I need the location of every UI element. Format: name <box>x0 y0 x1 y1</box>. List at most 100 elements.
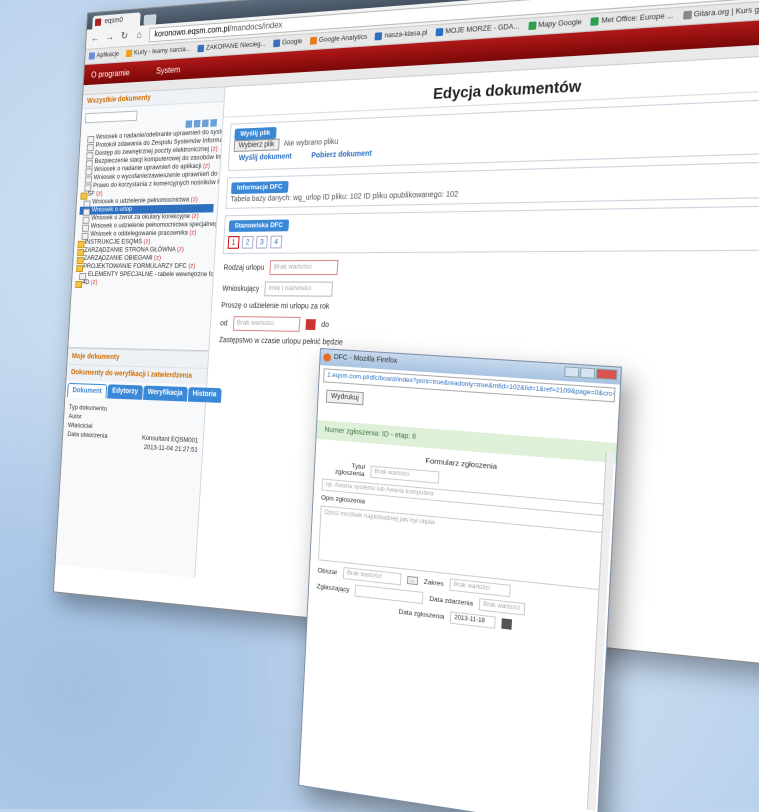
minimize-icon[interactable] <box>564 366 580 378</box>
bookmark-label: Met Office: Europe ... <box>600 12 674 26</box>
page-button[interactable]: 4 <box>270 235 283 249</box>
close-icon[interactable] <box>595 368 618 381</box>
od-label: od <box>219 319 228 328</box>
send-document-button[interactable]: Wyślij dokument <box>233 150 298 166</box>
meta-value <box>198 427 199 436</box>
wnioskujacy-label: Wnioskujący <box>222 285 260 293</box>
reload-icon[interactable]: ↻ <box>119 30 130 43</box>
data-zdarzenia-input[interactable]: Brak wartości <box>478 598 526 616</box>
meta-label <box>67 439 68 448</box>
data-zgloszenia-input[interactable]: 2013-11-18 <box>449 611 497 629</box>
document-meta: Typ dokumentu Autor Właściciel Data utworze… <box>62 397 205 462</box>
data-zgloszenia-label: Data zgłoszenia <box>398 608 445 621</box>
tree-item-label: ZARZĄDZANIE STRONA GŁÓWNA <box>83 246 176 254</box>
tree-document[interactable]: ELEMENTY SPECJALNE - tabele wewnętrzne f… <box>76 271 222 279</box>
bookmark-item[interactable]: Gitara.org | Kurs gry ... <box>682 5 759 21</box>
bookmark-item[interactable]: MOJE MORZE - GDA... <box>435 23 520 37</box>
calendar-icon[interactable] <box>501 618 513 630</box>
tree-item-count: (z) <box>189 229 197 237</box>
bookmark-label: ZAKOPANE Niecieg... <box>205 40 266 53</box>
bookmark-label: Gitara.org | Kurs gry ... <box>693 6 759 20</box>
maximize-icon[interactable] <box>579 367 596 379</box>
bookmark-icon <box>590 17 600 27</box>
tab-edytorzy[interactable]: Edytorzy <box>107 384 143 400</box>
document-tree: Wniosek o nadanie/odebranie uprawnień do… <box>68 126 223 352</box>
print-button[interactable]: Wydrukuj <box>325 389 364 406</box>
od-date-input[interactable]: Brak wartości <box>232 316 301 332</box>
tree-item-count: (z) <box>153 254 162 262</box>
tab-weryfikacja[interactable]: Weryfikacja <box>142 385 188 402</box>
dfc-pages-section: Stanowiska DFC 1 2 3 4 <box>222 204 759 255</box>
tree-item-label: Wniosek o urlop <box>91 205 133 214</box>
popup-title: DFC - Mozilla Firefox <box>333 353 398 365</box>
page-button[interactable]: 1 <box>227 236 240 249</box>
download-document-button[interactable]: Pobierz dokument <box>305 147 378 164</box>
bookmark-item[interactable]: ZAKOPANE Niecieg... <box>197 40 266 53</box>
bookmark-item[interactable]: Google Analytics <box>309 34 368 46</box>
tree-item-label: Wniosek o oddelegowanie pracownika <box>90 229 188 238</box>
bookmark-label: Kurly - teamy narcia... <box>133 46 191 58</box>
bookmark-label: Aplikacje <box>96 51 120 60</box>
bookmark-icon <box>309 37 318 46</box>
refresh-icon[interactable] <box>185 120 193 128</box>
popup-window: DFC - Mozilla Firefox 1.eqsm.com.pl/dfc/… <box>298 348 623 812</box>
tree-item-label: SF <box>87 190 95 198</box>
wnioskujacy-field[interactable]: imię i nazwisko <box>264 281 334 297</box>
page-button[interactable]: 2 <box>241 235 254 249</box>
bookmark-icon <box>88 52 96 61</box>
bookmark-item[interactable]: Aplikacje <box>88 51 120 61</box>
tree-item-label: ELEMENTY SPECJALNE - tabele wewnętrzne f… <box>87 270 223 279</box>
bookmark-item[interactable]: Mapy Google <box>527 19 582 31</box>
zakres-input[interactable]: Brak wartości <box>449 578 511 598</box>
tree-folder[interactable]: 4D (z) <box>75 279 209 288</box>
tree-item-label: 4D <box>82 279 90 287</box>
bookmark-label: Mapy Google <box>537 19 582 31</box>
edit-icon[interactable] <box>201 119 209 128</box>
bookmark-icon <box>125 50 133 58</box>
do-label: do <box>321 320 330 329</box>
obszar-input[interactable]: Brak wartości <box>342 566 402 586</box>
tree-item-count: (z) <box>190 195 198 204</box>
bookmark-label: Google <box>281 38 303 48</box>
back-icon[interactable]: ← <box>90 32 101 45</box>
menu-system[interactable]: System <box>156 64 181 75</box>
page-button[interactable]: 3 <box>255 235 268 249</box>
bookmark-icon <box>197 45 205 53</box>
rodzaj-select[interactable]: Brak wartości <box>269 259 339 276</box>
menu-o-programie[interactable]: O programie <box>91 68 130 80</box>
add-icon[interactable] <box>193 119 201 128</box>
obszar-browse-button[interactable]: ... <box>406 575 419 586</box>
form-row-wnioskujacy: Wnioskujący imię i nazwisko <box>222 281 759 300</box>
bookmark-item[interactable]: Kurly - teamy narcia... <box>125 46 191 58</box>
pager: 1 2 3 4 <box>227 230 759 249</box>
tree-folder[interactable]: PROJEKTOWANIE FORMULARZY DFC (z) <box>76 263 210 271</box>
tree-item-count: (z) <box>95 190 103 198</box>
opis-label: Opis zgłoszenia <box>320 494 366 506</box>
forward-icon[interactable]: → <box>104 31 115 44</box>
tree-item-label: ZARZĄDZANIE OBIEGAMI <box>83 254 153 262</box>
tree-item-count: (z) <box>176 246 185 254</box>
form-row-zastepstwo: Zastępstwo w czasie urlopu pełnić będzie <box>219 337 759 357</box>
tree-search-input[interactable] <box>84 110 138 124</box>
zakres-label: Zakres <box>423 578 444 588</box>
dfc-info-text: Tabela bazy danych: wg_urlop ID pliku: 1… <box>230 190 459 204</box>
new-tab-button[interactable] <box>143 14 157 26</box>
bookmark-item[interactable]: Met Office: Europe ... <box>590 12 674 27</box>
tree-item-count: (z) <box>202 162 211 170</box>
bookmark-icon <box>435 28 444 37</box>
delete-icon[interactable] <box>210 119 218 127</box>
form-row-rok: Proszę o udzielenie mi urlopu za rok <box>221 302 759 316</box>
no-file-text: Nie wybrano pliku <box>283 138 339 149</box>
dfc-info-head: Informacje DFC <box>230 180 289 195</box>
bookmark-label: nasza-klasa.pl <box>384 29 428 41</box>
calendar-icon[interactable] <box>305 319 316 331</box>
bookmark-item[interactable]: nasza-klasa.pl <box>374 29 428 42</box>
tytul-select[interactable]: Brak wartości <box>370 465 440 484</box>
favicon-icon <box>94 18 102 27</box>
tree-item-label: PROJEKTOWANIE FORMULARZY DFC <box>83 262 187 270</box>
window-controls <box>564 366 618 381</box>
bookmark-item[interactable]: Google <box>273 38 302 48</box>
home-icon[interactable]: ⌂ <box>134 29 145 42</box>
bookmark-icon <box>527 21 537 31</box>
tab-dokument[interactable]: Dokument <box>67 382 108 399</box>
